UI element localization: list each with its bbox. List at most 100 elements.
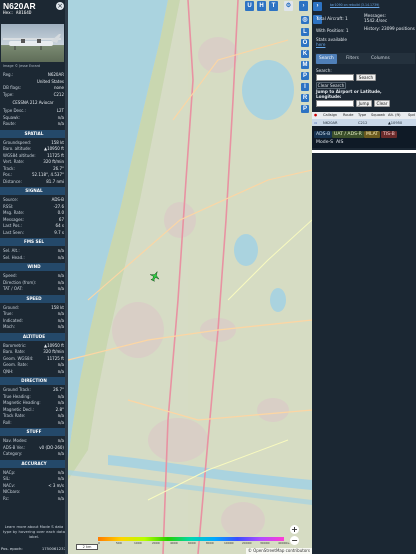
info-row-value: n/a xyxy=(57,279,64,285)
info-row-label: Last Pos.: xyxy=(3,223,23,228)
map-toggle-l-0[interactable]: L xyxy=(301,28,309,36)
info-row-value: L2T xyxy=(56,108,64,113)
legend-tick: 20000 xyxy=(242,541,252,545)
info-row-label: Mach: xyxy=(3,324,15,329)
map-button-t[interactable]: T xyxy=(269,1,278,11)
info-row-label: Groundspeed: xyxy=(3,139,32,145)
aircraft-photo[interactable] xyxy=(1,24,64,62)
section-direction: DIRECTION xyxy=(0,377,68,385)
info-row-value: ADS-B xyxy=(51,197,64,202)
info-row-value: 81.7 nmi xyxy=(46,178,64,184)
col-route[interactable]: Route xyxy=(343,113,353,117)
version-link[interactable]: tar1090 on rebuild (3.14.1739) xyxy=(330,3,379,7)
map-attribution[interactable]: © OpenStreetMap contributors xyxy=(245,548,312,554)
type-full-name: CESSNA 212 Aviocar xyxy=(12,100,54,105)
info-row-label: Track: xyxy=(3,165,15,171)
section-signal: SIGNAL xyxy=(0,187,68,195)
close-icon[interactable]: × xyxy=(56,2,64,10)
info-row-value: 64 s xyxy=(55,223,64,228)
expand-sidebar-icon[interactable]: › xyxy=(313,2,322,11)
info-row-value: 320 ft/min xyxy=(43,159,64,164)
table-scrollbar[interactable] xyxy=(312,150,416,153)
col-squawk[interactable]: Squawk xyxy=(371,113,385,117)
center-map-icon[interactable]: ◎ xyxy=(301,16,309,24)
search-input[interactable] xyxy=(316,74,354,81)
info-row-value: ▲10950 ft xyxy=(44,146,64,151)
info-row-label: Roll: xyxy=(3,419,12,425)
map-toggle-i-5[interactable]: I xyxy=(301,83,309,91)
tab-columns[interactable]: Columns xyxy=(368,54,393,64)
info-row-label: Route: xyxy=(3,121,16,126)
info-row-value: 26.7° xyxy=(53,387,64,392)
map-view[interactable]: U H T ⚙ › + − 2 km 0 500 1000 2000 4000 6000 8… xyxy=(68,0,312,554)
map-toggle-p-4[interactable]: P xyxy=(301,72,309,80)
map-toggle-k-2[interactable]: K xyxy=(301,50,309,58)
info-row-value: n/a xyxy=(57,393,64,399)
map-button-u[interactable]: U xyxy=(245,1,254,11)
info-row-value: n/a xyxy=(57,413,64,418)
settings-gear-icon[interactable]: ⚙ xyxy=(284,1,293,11)
chip-modes: Mode-S xyxy=(316,140,334,145)
zoom-out-button[interactable]: − xyxy=(290,536,299,545)
info-row: Roll: n/a xyxy=(2,420,64,427)
pos-epoch-value: 1750061237 xyxy=(41,546,66,551)
info-row-label: Sel. Alt.: xyxy=(3,248,20,253)
flag-col-icon: ● xyxy=(314,113,318,117)
info-row-label: Ground: xyxy=(3,304,20,310)
search-button[interactable]: Search xyxy=(356,74,376,81)
info-row: TAT / OAT: n/a xyxy=(2,286,64,293)
legend-tick: 8000 xyxy=(206,541,214,545)
messages-value: 1542.4/sec xyxy=(364,18,388,23)
tab-filters[interactable]: Filters xyxy=(343,54,362,64)
chip-adsb: ADS-B xyxy=(314,131,333,138)
info-row-value: n/a xyxy=(57,248,64,253)
chip-ais: AIS xyxy=(336,140,344,145)
info-row-label: NICbaro: xyxy=(3,489,21,494)
map-toggle-m-3[interactable]: M xyxy=(301,61,309,69)
jump-input[interactable] xyxy=(316,100,354,107)
map-canvas[interactable] xyxy=(68,0,312,554)
info-row: Distance: 81.7 nmi xyxy=(2,179,64,186)
stats-link[interactable]: here xyxy=(316,42,325,47)
learn-more-note: Learn more about Mode S data type by hov… xyxy=(2,524,66,540)
photo-credit: Image © Jesse Evrard xyxy=(3,64,41,68)
info-row-label: Baro. Rate: xyxy=(3,349,26,354)
info-row: Sel. Head.: n/a xyxy=(2,255,64,262)
clear-search-button[interactable]: Clear Search xyxy=(316,82,346,89)
info-row-value: none xyxy=(54,85,64,90)
jump-button[interactable]: Jump xyxy=(356,100,372,107)
col-alt[interactable]: Alt. (ft) xyxy=(388,113,401,117)
info-row: Last Seen: 9.7 s xyxy=(2,230,64,237)
map-toggle-o-1[interactable]: O xyxy=(301,39,309,47)
map-toggle-p-7[interactable]: P xyxy=(301,105,309,113)
info-row-label: Track Rate: xyxy=(3,413,26,418)
clear-button[interactable]: Clear xyxy=(374,100,390,107)
row-type: C212 xyxy=(358,120,368,125)
info-row-label: Sel. Head.: xyxy=(3,254,25,260)
info-row-label: True: xyxy=(3,311,13,316)
col-type[interactable]: Type xyxy=(358,113,366,117)
collapse-sidebar-icon[interactable]: › xyxy=(299,1,308,11)
tab-search[interactable]: Search xyxy=(316,54,337,64)
info-row-value: 67 xyxy=(58,216,64,222)
table-row[interactable]: ▭ N620AR C212 ▲10950 xyxy=(312,119,416,126)
info-row-value: < 3 m/s xyxy=(48,482,64,488)
info-row-label: Ground Track: xyxy=(3,387,31,392)
zoom-in-button[interactable]: + xyxy=(290,525,299,534)
info-row: Category: n/a xyxy=(2,451,64,458)
source-legend: ADS-B UAT / ADS-R MLAT TIS-B Mode-S AIS xyxy=(312,126,416,148)
chip-uat: UAT / ADS-R xyxy=(332,131,364,138)
info-row-label: Magnetic Heading: xyxy=(3,400,41,405)
info-row: QNH: n/a xyxy=(2,369,64,376)
info-row-value: n/a xyxy=(57,324,64,329)
legend-tick: 6000 xyxy=(188,541,196,545)
info-row-value: 11725 ft xyxy=(47,152,64,158)
col-spd[interactable]: Spd xyxy=(408,113,415,117)
history-label: History: 23099 positions xyxy=(364,26,415,31)
info-row-value: n/a xyxy=(57,469,64,475)
jump-label-2: Longitude: xyxy=(316,94,342,99)
map-button-h[interactable]: H xyxy=(257,1,266,11)
col-callsign[interactable]: Callsign xyxy=(323,113,337,117)
map-toggle-r-6[interactable]: R xyxy=(301,94,309,102)
callsign-title: N620AR xyxy=(3,1,36,11)
